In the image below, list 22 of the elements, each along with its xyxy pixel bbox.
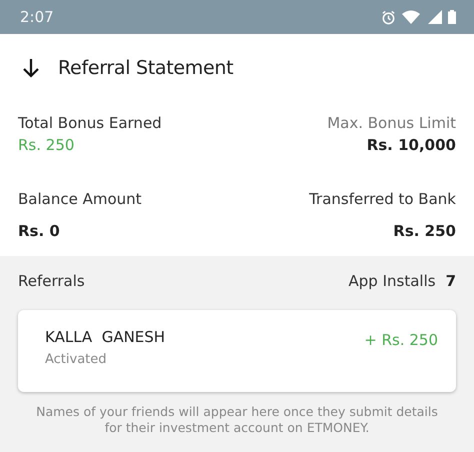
installs-label: App Installs bbox=[348, 272, 436, 290]
stat-value: Rs. 0 bbox=[18, 222, 60, 240]
signal-icon bbox=[426, 10, 442, 24]
stat-value: Rs. 250 bbox=[18, 136, 74, 154]
stat-label: Balance Amount bbox=[18, 190, 142, 208]
page-title: Referral Statement bbox=[58, 57, 234, 79]
referral-amount: + Rs. 250 bbox=[364, 331, 438, 349]
info-note: Names of your friends will appear here once they submit details for their investment account on ETMONEY. bbox=[35, 404, 439, 436]
clock-time: 2:07 bbox=[20, 8, 54, 26]
stat-value: Rs. 250 bbox=[393, 222, 456, 240]
stat-label: Transferred to Bank bbox=[309, 190, 456, 208]
section-title: Referrals bbox=[18, 272, 85, 290]
referral-status: Activated bbox=[45, 352, 108, 367]
stat-label: Max. Bonus Limit bbox=[327, 114, 456, 132]
down-arrow-icon[interactable] bbox=[22, 58, 40, 78]
stat-value: Rs. 10,000 bbox=[366, 136, 456, 154]
referral-name: KALLA GANESH bbox=[45, 328, 166, 346]
stat-label: Total Bonus Earned bbox=[18, 114, 162, 132]
battery-icon bbox=[448, 10, 456, 24]
wifi-icon bbox=[402, 10, 420, 24]
alarm-icon bbox=[381, 10, 396, 24]
installs-count: 7 bbox=[446, 272, 456, 290]
